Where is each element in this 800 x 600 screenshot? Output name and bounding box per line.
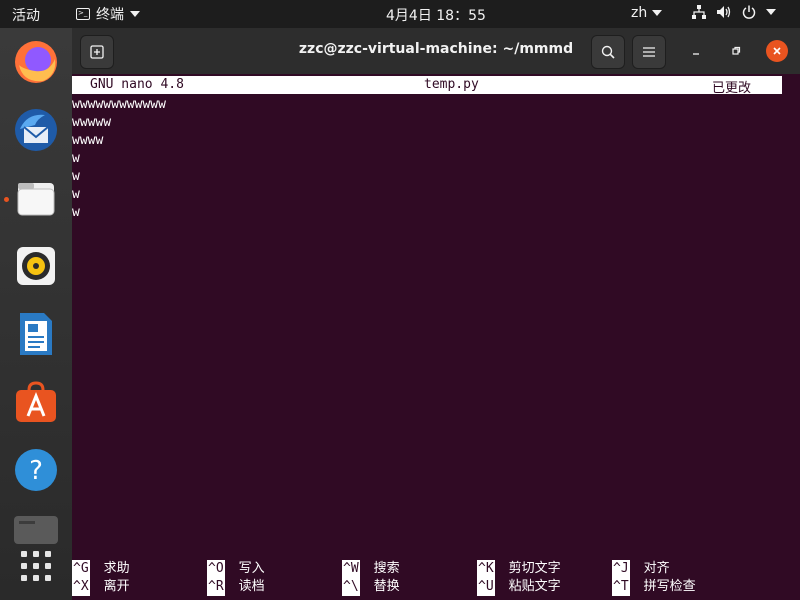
nano-modified-status: 已更改 — [712, 81, 752, 96]
shortcut-label: 离开 — [103, 579, 130, 594]
shortcut-key: ^J — [612, 560, 630, 578]
buffer-line: w — [72, 151, 80, 166]
app-menu[interactable]: >_ 终端 — [76, 4, 140, 24]
shortcut-read-file[interactable]: ^R 读档 — [207, 578, 265, 596]
buffer-line: w — [72, 205, 80, 220]
writer-icon — [20, 313, 52, 355]
dock-item-help[interactable]: ? — [12, 446, 60, 494]
terminal-icon — [14, 516, 58, 544]
dock-item-firefox[interactable] — [12, 38, 60, 86]
software-icon — [16, 381, 56, 422]
hamburger-menu-icon — [643, 47, 655, 57]
shortcut-help[interactable]: ^G 求助 — [72, 560, 130, 578]
shortcut-label: 剪切文字 — [508, 561, 561, 576]
power-icon — [742, 5, 756, 19]
nano-version: GNU nano 4.8 — [90, 77, 184, 92]
shortcut-label: 对齐 — [643, 561, 670, 576]
shortcut-replace[interactable]: ^\ 替换 — [342, 578, 400, 596]
network-icon — [692, 5, 706, 19]
shortcut-paste-text[interactable]: ^U 粘贴文字 — [477, 578, 561, 596]
shortcut-key: ^O — [207, 560, 225, 578]
nano-filename: temp.py — [424, 77, 479, 92]
dock-item-thunderbird[interactable] — [12, 106, 60, 154]
shortcut-justify[interactable]: ^J 对齐 — [612, 560, 670, 578]
dock: ? — [0, 28, 72, 600]
nano-buffer[interactable]: wwwwwwwwwwww wwwww wwww w w w w — [72, 96, 166, 222]
shortcut-exit[interactable]: ^X 离开 — [72, 578, 130, 596]
files-icon — [17, 183, 55, 216]
help-icon: ? — [15, 449, 57, 491]
volume-icon — [717, 6, 731, 18]
search-button[interactable] — [591, 35, 625, 69]
svg-text:?: ? — [29, 456, 43, 486]
activities-button[interactable]: 活动 — [12, 5, 40, 25]
search-icon — [601, 45, 615, 59]
shortcut-label: 替换 — [373, 579, 400, 594]
dock-item-writer[interactable] — [12, 310, 60, 358]
buffer-line: wwww — [72, 133, 104, 148]
buffer-line: w — [72, 187, 80, 202]
terminal-content[interactable]: GNU nano 4.8 temp.py 已更改 wwwwwwwwwwww ww… — [72, 74, 800, 600]
dock-item-software[interactable] — [12, 378, 60, 426]
chevron-down-icon — [766, 9, 776, 15]
running-indicator — [4, 197, 9, 202]
minimize-icon — [693, 53, 699, 55]
shortcut-label: 粘贴文字 — [508, 579, 561, 594]
buffer-line: wwwwwwwwwwww — [72, 97, 166, 112]
shortcut-label: 读档 — [238, 579, 265, 594]
close-button[interactable] — [766, 40, 788, 62]
nano-shortcut-bar: ^G 求助 ^O 写入 ^W 搜索 ^K 剪切文字 ^J 对齐 ^X 离开 ^R… — [72, 560, 800, 596]
shortcut-cut-text[interactable]: ^K 剪切文字 — [477, 560, 561, 578]
shortcut-write-out[interactable]: ^O 写入 — [207, 560, 265, 578]
shortcut-key: ^W — [342, 560, 360, 578]
new-tab-button[interactable] — [80, 35, 114, 69]
restore-icon — [732, 46, 741, 55]
shortcut-key: ^U — [477, 578, 495, 596]
dock-item-show-apps[interactable] — [12, 542, 60, 590]
shortcut-label: 求助 — [103, 561, 130, 576]
shortcut-label: 搜索 — [373, 561, 400, 576]
minimize-button[interactable] — [688, 43, 704, 59]
shortcut-key: ^R — [207, 578, 225, 596]
chevron-down-icon — [652, 10, 663, 16]
shortcut-key: ^G — [72, 560, 90, 578]
clock[interactable]: 4月4日 18：55 — [386, 5, 486, 25]
language-selector[interactable]: zh — [631, 5, 663, 21]
shortcut-key: ^T — [612, 578, 630, 596]
terminal-small-icon: >_ — [76, 8, 90, 20]
app-menu-label: 终端 — [96, 7, 124, 23]
dock-item-files[interactable] — [12, 174, 60, 222]
system-tray[interactable] — [692, 5, 776, 19]
show-apps-icon — [21, 551, 51, 581]
close-icon — [773, 47, 781, 55]
terminal-window: zzc@zzc-virtual-machine: ~/mmmd GNU nano… — [72, 28, 800, 600]
shortcut-label: 拼写检查 — [643, 579, 696, 594]
new-tab-icon — [90, 45, 104, 59]
rhythmbox-icon — [17, 247, 55, 285]
shortcut-label: 写入 — [238, 561, 265, 576]
shortcut-key: ^K — [477, 560, 495, 578]
shortcut-key: ^\ — [342, 578, 360, 596]
window-headerbar[interactable]: zzc@zzc-virtual-machine: ~/mmmd — [72, 28, 800, 74]
buffer-line: wwwww — [72, 115, 112, 130]
nano-title-bar: GNU nano 4.8 temp.py 已更改 — [72, 76, 782, 96]
top-bar: 活动 >_ 终端 4月4日 18：55 zh — [0, 0, 800, 28]
buffer-line: w — [72, 169, 80, 184]
menu-button[interactable] — [632, 35, 666, 69]
maximize-button[interactable] — [728, 43, 744, 59]
chevron-down-icon — [130, 11, 140, 17]
language-label: zh — [631, 5, 648, 21]
thunderbird-icon — [15, 109, 57, 151]
shortcut-search[interactable]: ^W 搜索 — [342, 560, 400, 578]
shortcut-key: ^X — [72, 578, 90, 596]
firefox-icon — [15, 41, 57, 83]
shortcut-spell-check[interactable]: ^T 拼写检查 — [612, 578, 696, 596]
dock-item-rhythmbox[interactable] — [12, 242, 60, 290]
